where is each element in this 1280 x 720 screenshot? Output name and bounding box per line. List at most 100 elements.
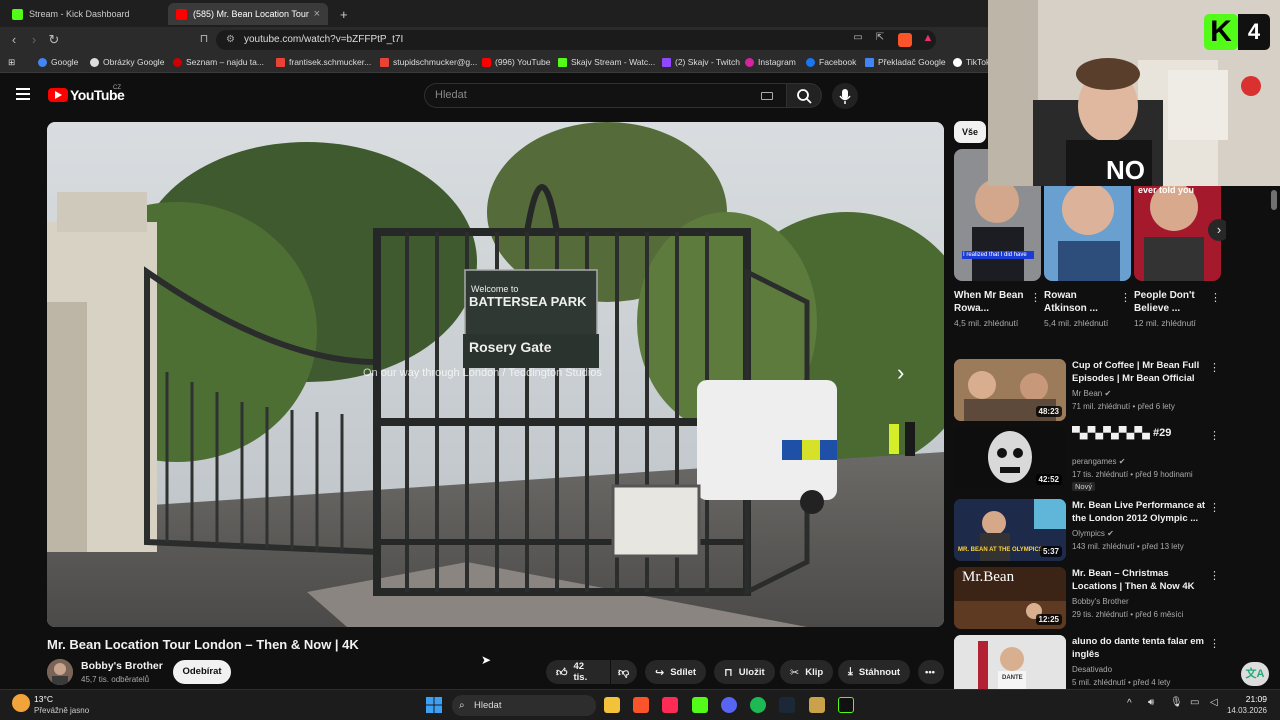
- rec-thumbnail[interactable]: Mr.Bean 12:25: [954, 567, 1066, 629]
- rec-channel[interactable]: Desativado: [1072, 665, 1112, 674]
- bookmark-tiktok[interactable]: TikTok: [953, 57, 990, 67]
- clock-time[interactable]: 21:09: [1221, 694, 1267, 704]
- speaker-icon[interactable]: 🔊︎: [1148, 697, 1154, 708]
- rec-video[interactable]: 42:52 ▀▄▀▄▀▄▀▄▀▄ #29 perangames ✔ 17 tis…: [954, 427, 1226, 491]
- rec-channel[interactable]: Bobby's Brother: [1072, 597, 1129, 606]
- more-vert-icon[interactable]: ⋮: [1209, 429, 1220, 442]
- tiktok-app-icon[interactable]: [662, 697, 678, 713]
- rec-channel[interactable]: Mr Bean ✔: [1072, 389, 1111, 398]
- save-button[interactable]: ⊓ Uložit: [714, 660, 775, 684]
- brave-shield-icon[interactable]: [898, 33, 912, 47]
- rec-thumbnail[interactable]: MR. BEAN AT THE OLYMPICS 5:37: [954, 499, 1066, 561]
- weather-temp[interactable]: 13°C: [34, 694, 53, 704]
- download-button[interactable]: ⤓ Stáhnout: [838, 660, 911, 684]
- more-vert-icon[interactable]: ⋮: [1209, 569, 1220, 582]
- next-frame-icon[interactable]: ›: [897, 360, 904, 386]
- apps-icon[interactable]: ⊞: [8, 57, 15, 68]
- rec-channel[interactable]: Olympics ✔: [1072, 529, 1114, 538]
- tab-youtube[interactable]: (585) Mr. Bean Location Tour ×: [168, 3, 328, 25]
- url-field[interactable]: ⚙ youtube.com/watch?v=bZFFPtP_t7I: [216, 30, 936, 50]
- spotify-icon[interactable]: [750, 697, 766, 713]
- more-vert-icon[interactable]: ⋮: [1120, 291, 1131, 304]
- chip-all[interactable]: Vše: [954, 121, 986, 143]
- brave-rewards-icon[interactable]: ▲: [920, 32, 936, 44]
- short-title[interactable]: People Don't Believe ...: [1134, 289, 1206, 315]
- search-button[interactable]: [786, 83, 822, 108]
- subscribe-button[interactable]: Odebírat: [173, 660, 231, 684]
- voice-search-button[interactable]: [832, 83, 858, 109]
- rec-thumbnail[interactable]: 42:52: [954, 427, 1066, 489]
- more-vert-icon[interactable]: ⋮: [1209, 361, 1220, 374]
- dislike-button[interactable]: 👎︎: [611, 660, 637, 684]
- share-page-icon[interactable]: ⇱: [872, 32, 888, 43]
- cast-icon[interactable]: ▭: [850, 32, 866, 43]
- rec-title[interactable]: ▀▄▀▄▀▄▀▄▀▄ #29: [1072, 427, 1208, 440]
- game-app-icon[interactable]: [809, 697, 825, 713]
- bookmark-twitch[interactable]: (2) Skajv - Twitch: [662, 57, 740, 67]
- weather-icon[interactable]: [12, 694, 30, 712]
- rec-video[interactable]: DANTE aluno do dante tenta falar em ingl…: [954, 635, 1226, 689]
- taskbar-search[interactable]: ⌕ Hledat: [452, 695, 596, 716]
- search-input[interactable]: Hledat: [424, 83, 786, 108]
- channel-avatar[interactable]: [47, 659, 73, 685]
- reload-icon[interactable]: ↻: [46, 32, 62, 48]
- bookmark-google[interactable]: Google: [38, 57, 78, 67]
- more-vert-icon[interactable]: ⋮: [1209, 637, 1220, 650]
- microphone-tray-icon[interactable]: 🎙︎: [1170, 697, 1183, 708]
- youtube-logo-icon[interactable]: [48, 88, 68, 102]
- obs-app-icon[interactable]: [838, 697, 854, 713]
- shorts-next-button[interactable]: ›: [1208, 219, 1226, 241]
- rec-video[interactable]: MR. BEAN AT THE OLYMPICS 5:37 Mr. Bean L…: [954, 499, 1226, 563]
- share-button[interactable]: ↪ Sdílet: [645, 660, 707, 684]
- steam-icon[interactable]: [779, 697, 795, 713]
- bookmark-gmail-1[interactable]: frantisek.schmucker...: [276, 57, 371, 67]
- rec-channel[interactable]: perangames ✔: [1072, 457, 1125, 466]
- rec-thumbnail[interactable]: 48:23: [954, 359, 1066, 421]
- discord-icon[interactable]: [721, 697, 737, 713]
- like-button[interactable]: 👍︎ 42 tis.: [546, 660, 610, 684]
- menu-icon[interactable]: [16, 88, 30, 100]
- file-explorer-icon[interactable]: [604, 697, 620, 713]
- bookmark-seznam[interactable]: Seznam – najdu ta...: [173, 57, 264, 67]
- more-vert-icon[interactable]: ⋮: [1209, 501, 1220, 514]
- bookmark-translate[interactable]: Překladač Google: [865, 57, 946, 67]
- bookmark-instagram[interactable]: Instagram: [745, 57, 796, 67]
- more-vert-icon[interactable]: ⋮: [1210, 291, 1221, 304]
- network-icon[interactable]: ▭: [1190, 697, 1199, 708]
- clip-button[interactable]: ✂ Klip: [780, 660, 834, 684]
- bookmark-facebook[interactable]: Facebook: [806, 57, 856, 67]
- rec-title[interactable]: Mr. Bean – Christmas Locations | Then & …: [1072, 567, 1208, 593]
- tray-chevron-up-icon[interactable]: ^: [1127, 698, 1132, 709]
- short-title[interactable]: Rowan Atkinson ...: [1044, 289, 1116, 315]
- keyboard-icon[interactable]: [761, 92, 773, 100]
- more-vert-icon[interactable]: ⋮: [1030, 291, 1041, 304]
- bookmark-google-images[interactable]: Obrázky Google: [90, 57, 164, 67]
- kick-app-icon[interactable]: [692, 697, 708, 713]
- sidebar-scrollbar[interactable]: [1271, 190, 1277, 210]
- bookmark-youtube[interactable]: (996) YouTube: [482, 57, 550, 67]
- rec-title[interactable]: aluno do dante tenta falar em inglês: [1072, 635, 1208, 661]
- bookmark-icon[interactable]: ⊓: [196, 32, 212, 45]
- more-actions-button[interactable]: •••: [918, 660, 944, 684]
- back-icon[interactable]: ‹: [6, 32, 22, 47]
- rec-title[interactable]: Cup of Coffee | Mr Bean Full Episodes | …: [1072, 359, 1208, 385]
- bookmark-kick[interactable]: Skajv Stream - Watc...: [558, 57, 655, 67]
- rec-video[interactable]: Mr.Bean 12:25 Mr. Bean – Christmas Locat…: [954, 567, 1226, 631]
- video-player[interactable]: Welcome to BATTERSEA PARK Rosery Gate On…: [47, 122, 944, 627]
- volume-icon[interactable]: ◁: [1210, 697, 1218, 708]
- rec-thumbnail[interactable]: DANTE: [954, 635, 1066, 689]
- bookmark-gmail-2[interactable]: stupidschmucker@g...: [380, 57, 477, 67]
- close-icon[interactable]: ×: [314, 8, 320, 20]
- translate-fab-icon[interactable]: 文A: [1241, 662, 1269, 686]
- windows-start-icon[interactable]: [426, 697, 442, 713]
- clock-date[interactable]: 14.03.2026: [1221, 706, 1267, 715]
- short-title[interactable]: When Mr Bean Rowa...: [954, 289, 1026, 315]
- new-tab-button[interactable]: +: [332, 3, 352, 25]
- forward-icon[interactable]: ›: [26, 32, 42, 47]
- site-info-icon[interactable]: ⚙: [226, 30, 235, 50]
- rec-title[interactable]: Mr. Bean Live Performance at the London …: [1072, 499, 1208, 525]
- brave-browser-icon[interactable]: [633, 697, 649, 713]
- tab-kick-dashboard[interactable]: Stream - Kick Dashboard: [4, 3, 164, 25]
- rec-video[interactable]: 48:23 Cup of Coffee | Mr Bean Full Episo…: [954, 359, 1226, 423]
- channel-name[interactable]: Bobby's Brother: [81, 660, 163, 672]
